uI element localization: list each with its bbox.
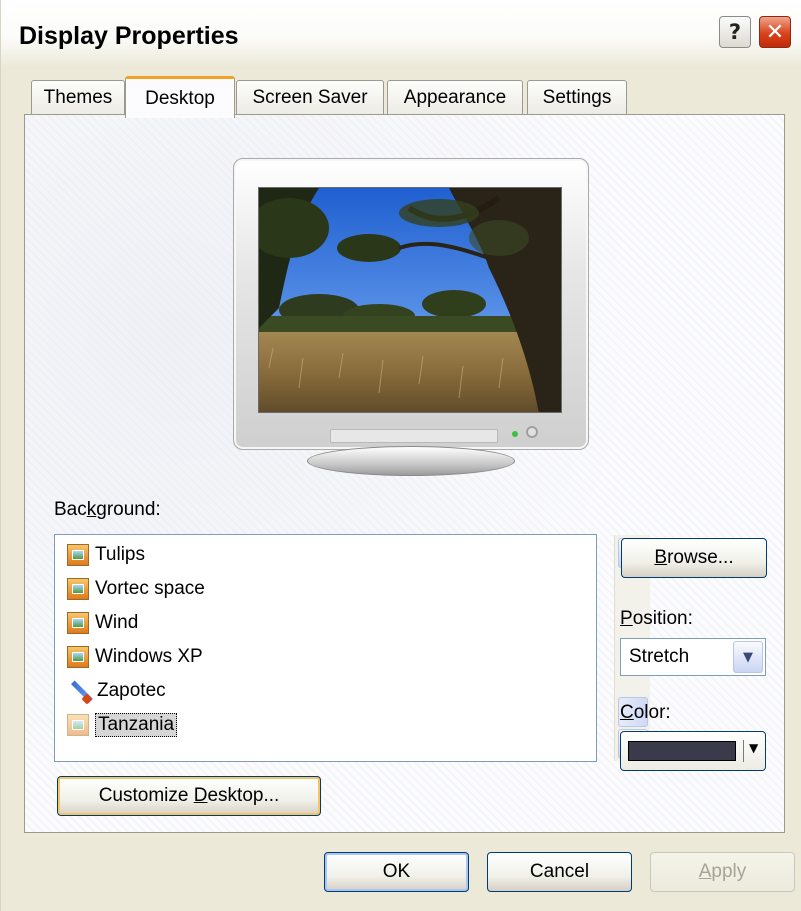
close-icon: ✕	[765, 19, 785, 45]
position-value: Stretch	[629, 646, 690, 667]
tab-desktop[interactable]: Desktop	[125, 76, 235, 118]
paint-brush-icon	[67, 679, 91, 703]
chevron-down-icon: ▼	[749, 741, 759, 755]
browse-button[interactable]: Browse...	[621, 538, 767, 578]
monitor-stand	[307, 446, 515, 476]
list-item[interactable]: Wind	[67, 608, 138, 638]
image-file-icon	[67, 578, 89, 600]
position-dropdown-button[interactable]: ▼	[733, 641, 763, 673]
help-button[interactable]: ?	[719, 16, 751, 48]
image-file-icon	[67, 646, 89, 668]
tab-label: Themes	[43, 87, 113, 108]
list-item[interactable]: Vortec space	[67, 574, 205, 604]
tab-label: Screen Saver	[252, 87, 368, 108]
list-item-selected[interactable]: Tanzania	[67, 710, 178, 740]
monitor-preview	[233, 158, 589, 450]
image-file-icon	[67, 714, 89, 736]
color-picker-button[interactable]: ▼	[620, 731, 766, 771]
cancel-button[interactable]: Cancel	[487, 852, 632, 892]
background-list[interactable]: Tulips Vortec space Wind Windows XP Zapo…	[54, 534, 650, 762]
tab-label: Settings	[542, 87, 612, 108]
monitor-bezel-slot	[330, 429, 498, 443]
apply-button[interactable]: Apply	[650, 852, 795, 892]
tab-label: Desktop	[145, 87, 215, 109]
display-properties-window: Display Properties ? ✕ Themes Desktop Sc…	[0, 0, 801, 911]
tab-screen-saver[interactable]: Screen Saver	[236, 80, 384, 115]
wallpaper-preview-image	[258, 187, 562, 413]
list-item[interactable]: Zapotec	[67, 676, 166, 706]
color-swatch	[628, 741, 736, 761]
tab-label: Appearance	[403, 87, 507, 108]
background-label: Background:	[54, 499, 161, 520]
chevron-down-icon: ▼	[743, 649, 753, 665]
position-label: Position:	[620, 608, 693, 629]
list-item[interactable]: Windows XP	[67, 642, 203, 672]
tab-settings[interactable]: Settings	[527, 80, 627, 115]
tanzania-landscape-image	[259, 188, 561, 412]
image-file-icon	[67, 544, 89, 566]
power-button-icon	[526, 426, 538, 438]
image-file-icon	[67, 612, 89, 634]
title-bar[interactable]: Display Properties ? ✕	[1, 0, 801, 68]
help-icon: ?	[728, 20, 742, 44]
tab-themes[interactable]: Themes	[31, 80, 125, 115]
color-divider	[743, 740, 744, 762]
tab-appearance[interactable]: Appearance	[387, 80, 523, 115]
power-led-icon	[512, 431, 518, 437]
ok-button[interactable]: OK	[324, 852, 469, 892]
window-title: Display Properties	[19, 22, 239, 50]
list-item[interactable]: Tulips	[67, 540, 145, 570]
customize-desktop-button[interactable]: Customize Desktop...	[57, 776, 321, 816]
position-select[interactable]: Stretch ▼	[620, 638, 766, 676]
close-button[interactable]: ✕	[759, 16, 791, 48]
color-label: Color:	[620, 702, 671, 723]
